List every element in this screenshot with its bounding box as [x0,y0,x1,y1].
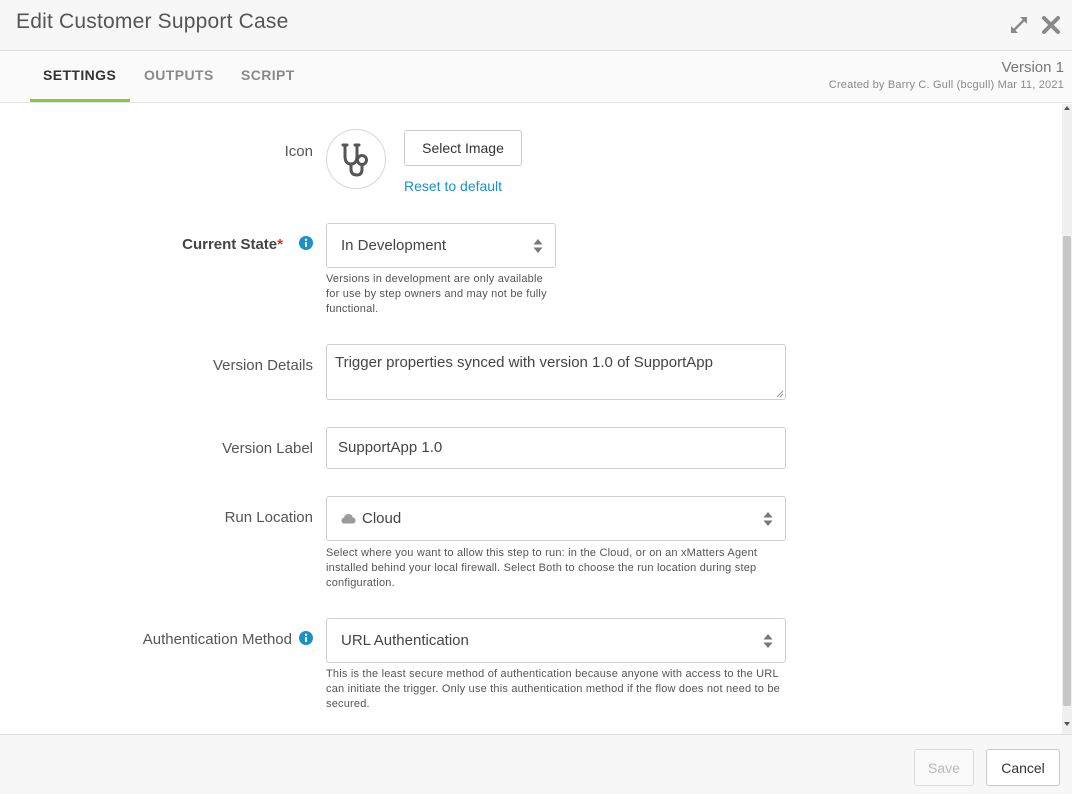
cancel-button[interactable]: Cancel [986,749,1060,786]
authentication-method-info-icon[interactable] [299,631,313,645]
current-state-help: Versions in development are only availab… [326,273,547,315]
current-state-value: In Development [341,237,447,254]
version-label-value: SupportApp 1.0 [338,439,443,456]
modal-title: Edit Customer Support Case [16,10,289,33]
tab-script[interactable]: SCRIPT [241,67,295,83]
reset-to-default-link[interactable]: Reset to default [404,178,502,194]
version-details-value: Trigger properties synced with version 1… [335,354,713,371]
run-location-select[interactable]: Cloud [326,496,786,541]
scrollbar-thumb[interactable] [1063,236,1071,706]
version-label-label: Version Label [222,440,313,457]
version-meta: Created by Barry C. Gull (bcgull) Mar 11… [828,79,1064,91]
select-arrows-icon [763,633,773,648]
icon-label: Icon [284,143,313,160]
close-icon[interactable] [1040,14,1062,36]
current-state-label-text: Current State [182,236,278,253]
version-label-input[interactable]: SupportApp 1.0 [326,427,786,469]
current-state-info-icon[interactable] [299,236,313,250]
select-image-button[interactable]: Select Image [404,130,522,166]
authentication-method-label: Authentication Method [142,631,292,648]
scroll-down-icon[interactable] [1064,722,1070,726]
resize-grip-icon[interactable] [776,390,784,398]
tabs-bar: SETTINGS OUTPUTS SCRIPT Version 1 Create… [0,52,1072,103]
save-button[interactable]: Save [914,749,974,786]
select-arrows-icon [533,238,543,253]
select-arrows-icon [763,511,773,526]
authentication-method-value: URL Authentication [341,632,469,649]
stethoscope-icon [341,143,368,177]
authentication-method-select[interactable]: URL Authentication [326,618,786,663]
expand-icon[interactable] [1008,14,1030,36]
modal-footer: Save Cancel [0,734,1072,794]
required-asterisk: * [277,236,283,253]
run-location-value: Cloud [362,510,402,527]
tab-outputs[interactable]: OUTPUTS [144,67,214,83]
settings-form: Icon Select Image Reset to default Curre… [0,104,1072,734]
version-details-textarea[interactable]: Trigger properties synced with version 1… [326,344,786,400]
current-state-select[interactable]: In Development [326,223,556,268]
version-title: Version 1 [1001,59,1064,76]
tab-settings[interactable]: SETTINGS [43,67,116,83]
step-icon-preview [326,129,386,189]
authentication-method-help: This is the least secure method of authe… [326,668,780,710]
active-tab-indicator [30,99,130,102]
modal-header: Edit Customer Support Case [0,0,1072,51]
current-state-label: Current State* [182,236,283,253]
run-location-help: Select where you want to allow this step… [326,547,758,589]
scroll-up-icon[interactable] [1064,106,1070,110]
run-location-label: Run Location [224,509,313,526]
cloud-icon [341,514,356,524]
version-details-label: Version Details [212,357,313,374]
